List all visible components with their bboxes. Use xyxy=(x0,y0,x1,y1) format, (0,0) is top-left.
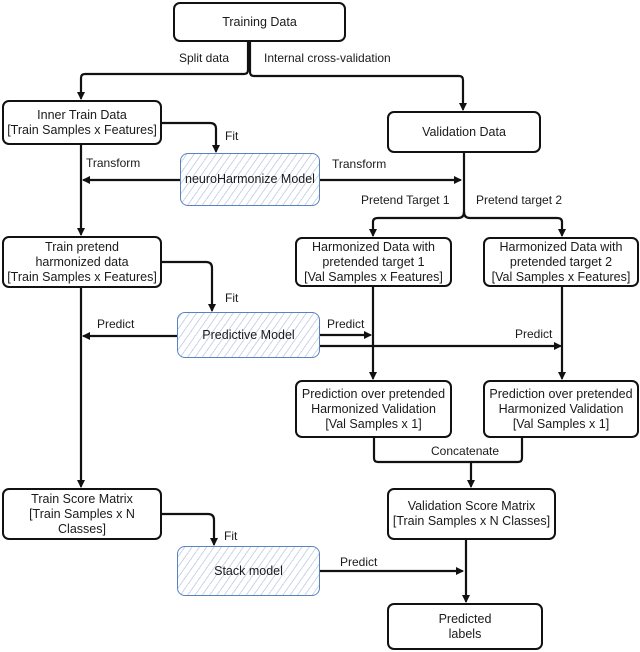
node-training-data: Training Data xyxy=(173,2,346,42)
node-predicted-labels: Predicted labels xyxy=(387,603,543,650)
node-validation-data-label: Validation Data xyxy=(422,124,506,139)
node-train-pretend-harmonized-label: Train pretend harmonized data [Train Sam… xyxy=(7,239,157,284)
node-prediction-1-label: Prediction over pretended Harmonized Val… xyxy=(301,386,446,431)
node-validation-score-matrix-label: Validation Score Matrix [Train Samples x… xyxy=(392,499,551,528)
label-predict-train: Predict xyxy=(97,317,135,331)
label-pretend-target-2: Pretend target 2 xyxy=(476,193,563,207)
node-inner-train-data: Inner Train Data [Train Samples x Featur… xyxy=(2,100,162,145)
label-fit-stack: Fit xyxy=(224,529,238,543)
node-train-pretend-harmonized: Train pretend harmonized data [Train Sam… xyxy=(2,236,162,288)
edge-fit-harmonize xyxy=(160,121,220,153)
label-split-data: Split data xyxy=(179,51,230,65)
label-fit-harmonize: Fit xyxy=(225,129,239,143)
node-harmonized-target-1: Harmonized Data with pretended target 1 … xyxy=(295,237,452,287)
node-predictive-model: Predictive Model xyxy=(177,312,320,358)
node-train-score-matrix: Train Score Matrix [Train Samples x N Cl… xyxy=(2,488,162,540)
label-fit-predictive: Fit xyxy=(225,291,239,305)
node-stack-model-label: Stack model xyxy=(214,563,283,578)
node-prediction-2-label: Prediction over pretended Harmonized Val… xyxy=(489,386,633,431)
label-transform-val: Transform xyxy=(332,157,387,171)
node-harmonized-target-1-label: Harmonized Data with pretended target 1 … xyxy=(304,239,443,284)
label-concatenate: Concatenate xyxy=(431,444,500,458)
edge-pretend-target-2 xyxy=(462,210,566,237)
node-validation-data: Validation Data xyxy=(387,111,541,153)
node-prediction-2: Prediction over pretended Harmonized Val… xyxy=(483,380,639,438)
diagram-edges xyxy=(77,40,566,603)
node-train-score-matrix-label: Train Score Matrix [Train Samples x N Cl… xyxy=(29,491,135,536)
label-predict-val-1: Predict xyxy=(327,317,365,331)
node-training-data-label: Training Data xyxy=(222,14,297,29)
node-harmonized-target-2: Harmonized Data with pretended target 2 … xyxy=(483,237,639,287)
node-stack-model: Stack model xyxy=(177,546,320,596)
node-predictive-model-label: Predictive Model xyxy=(202,327,295,342)
node-predicted-labels-label: Predicted labels xyxy=(438,611,492,641)
label-predict-stack: Predict xyxy=(340,555,378,569)
edge-fit-stack xyxy=(160,512,218,546)
edge-pretend-target-1 xyxy=(369,210,466,237)
node-neuroharmonize-model: neuroHarmonize Model xyxy=(180,153,320,206)
node-neuroharmonize-model-label: neuroHarmonize Model xyxy=(185,172,315,186)
node-harmonized-target-2-label: Harmonized Data with pretended target 2 … xyxy=(491,239,631,284)
label-internal-cv: Internal cross-validation xyxy=(264,51,391,65)
node-inner-train-data-label: Inner Train Data [Train Samples x Featur… xyxy=(7,107,157,137)
node-validation-score-matrix: Validation Score Matrix [Train Samples x… xyxy=(387,488,556,540)
edge-fit-predictive xyxy=(160,260,216,312)
label-transform-train: Transform xyxy=(86,156,141,170)
label-pretend-target-1: Pretend Target 1 xyxy=(361,193,450,207)
node-prediction-1: Prediction over pretended Harmonized Val… xyxy=(295,380,452,438)
label-predict-val-2: Predict xyxy=(515,327,553,341)
